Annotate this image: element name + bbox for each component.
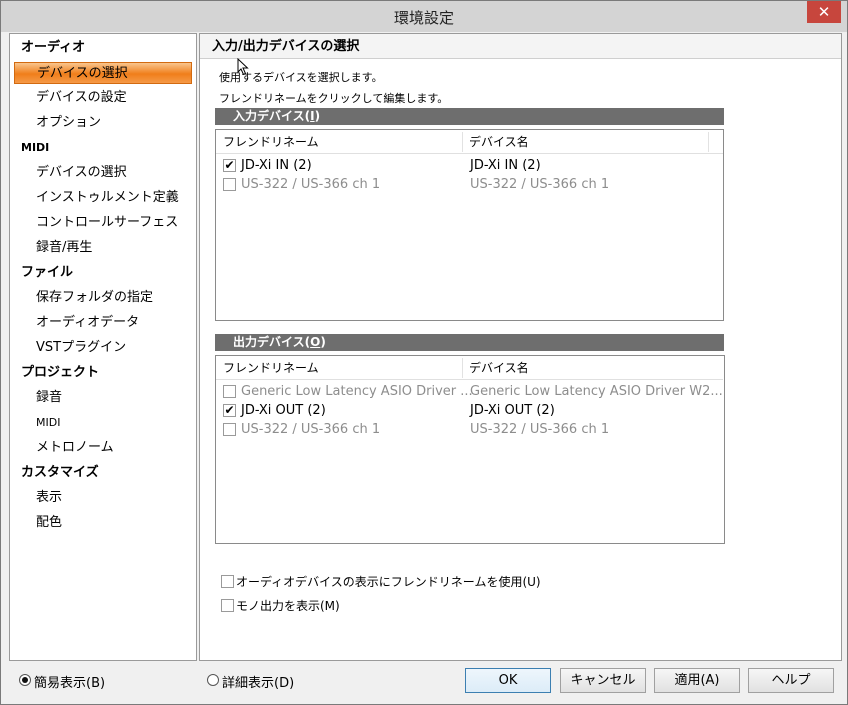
instruction-text-2: フレンドリネームをクリックして編集します。: [219, 92, 449, 105]
tree-item-midi-device-select[interactable]: デバイスの選択: [10, 160, 196, 185]
input-devices-heading: 入力デバイス(I): [215, 108, 724, 125]
tree-category-midi[interactable]: MIDI: [10, 135, 196, 160]
dialog-footer: 簡易表示(B) 詳細表示(D) OK キャンセル 適用(A) ヘルプ: [1, 663, 847, 704]
settings-panel: 入力/出力デバイスの選択 使用するデバイスを選択します。 フレンドリネームをクリ…: [199, 33, 842, 661]
friendly-name-cell[interactable]: JD-Xi OUT (2): [241, 401, 326, 420]
tree-item-audio-data[interactable]: オーディオデータ: [10, 310, 196, 335]
tree-item-display[interactable]: 表示: [10, 485, 196, 510]
tree-item-project-record[interactable]: 録音: [10, 385, 196, 410]
simple-view-radio[interactable]: [19, 674, 31, 686]
input-device-row[interactable]: ✔ JD-Xi IN (2) JD-Xi IN (2): [216, 156, 723, 175]
category-tree: オーディオ デバイスの選択 デバイスの設定 オプション MIDI デバイスの選択…: [9, 33, 197, 661]
tree-category-audio[interactable]: オーディオ: [10, 35, 196, 60]
tree-item-metronome[interactable]: メトロノーム: [10, 435, 196, 460]
close-button[interactable]: ✕: [807, 1, 841, 23]
mouse-cursor-icon: [237, 58, 249, 76]
friendly-name-cell[interactable]: Generic Low Latency ASIO Driver ...: [241, 382, 473, 401]
close-icon: ✕: [817, 3, 831, 21]
apply-button[interactable]: 適用(A): [654, 668, 740, 693]
output-devices-heading: 出力デバイス(O): [215, 334, 724, 351]
output-device-row[interactable]: ✔ JD-Xi OUT (2) JD-Xi OUT (2): [216, 401, 723, 420]
tree-category-customize[interactable]: カスタマイズ: [10, 460, 196, 485]
device-name-cell: US-322 / US-366 ch 1: [470, 177, 610, 192]
column-divider[interactable]: [462, 132, 463, 152]
device-name-cell: Generic Low Latency ASIO Driver W2...: [470, 384, 723, 399]
window-title: 環境設定: [393, 9, 454, 27]
ok-button[interactable]: OK: [465, 668, 551, 693]
tree-item-save-folder[interactable]: 保存フォルダの指定: [10, 285, 196, 310]
friendly-name-cell[interactable]: US-322 / US-366 ch 1: [241, 420, 380, 439]
input-device-row[interactable]: US-322 / US-366 ch 1 US-322 / US-366 ch …: [216, 175, 723, 194]
column-friendly-name[interactable]: フレンドリネーム: [223, 356, 319, 380]
column-device-name[interactable]: デバイス名: [469, 130, 529, 154]
panel-title: 入力/出力デバイスの選択: [200, 34, 841, 59]
device-name-cell: US-322 / US-366 ch 1: [470, 422, 610, 437]
friendly-name-cell[interactable]: JD-Xi IN (2): [241, 156, 312, 175]
use-friendly-name-checkbox[interactable]: [221, 575, 234, 588]
preferences-window: 環境設定 ✕ オーディオ デバイスの選択 デバイスの設定 オプション MIDI …: [0, 0, 848, 705]
detail-view-radio[interactable]: [207, 674, 219, 686]
enable-checkbox[interactable]: [223, 385, 236, 398]
tree-item-vst-plugins[interactable]: VSTプラグイン: [10, 335, 196, 360]
use-friendly-name-label[interactable]: オーディオデバイスの表示にフレンドリネームを使用(U): [236, 573, 541, 590]
tree-item-audio-device-select[interactable]: デバイスの選択: [14, 62, 192, 84]
input-list-header: フレンドリネーム デバイス名: [216, 130, 723, 154]
tree-category-file[interactable]: ファイル: [10, 260, 196, 285]
cancel-button[interactable]: キャンセル: [560, 668, 646, 693]
tree-item-control-surface[interactable]: コントロールサーフェス: [10, 210, 196, 235]
column-device-name[interactable]: デバイス名: [469, 356, 529, 380]
detail-view-label[interactable]: 詳細表示(D): [222, 672, 294, 691]
enable-checkbox[interactable]: [223, 423, 236, 436]
friendly-name-cell[interactable]: US-322 / US-366 ch 1: [241, 175, 380, 194]
simple-view-label[interactable]: 簡易表示(B): [34, 672, 105, 691]
enable-checkbox[interactable]: [223, 178, 236, 191]
tree-item-record-playback[interactable]: 録音/再生: [10, 235, 196, 260]
output-device-list[interactable]: フレンドリネーム デバイス名 Generic Low Latency ASIO …: [215, 355, 725, 544]
output-list-header: フレンドリネーム デバイス名: [216, 356, 723, 380]
show-mono-output-checkbox[interactable]: [221, 599, 234, 612]
help-button[interactable]: ヘルプ: [748, 668, 834, 693]
column-divider[interactable]: [462, 358, 463, 378]
enable-checkbox[interactable]: ✔: [223, 404, 236, 417]
device-name-cell: JD-Xi OUT (2): [470, 403, 555, 418]
input-device-list[interactable]: フレンドリネーム デバイス名 ✔ JD-Xi IN (2) JD-Xi IN (…: [215, 129, 724, 321]
column-divider[interactable]: [708, 132, 709, 152]
output-device-row[interactable]: US-322 / US-366 ch 1 US-322 / US-366 ch …: [216, 420, 723, 439]
title-bar[interactable]: 環境設定 ✕: [1, 1, 847, 32]
tree-item-project-midi[interactable]: MIDI: [10, 410, 196, 435]
device-name-cell: JD-Xi IN (2): [470, 158, 541, 173]
tree-category-project[interactable]: プロジェクト: [10, 360, 196, 385]
tree-item-audio-device-settings[interactable]: デバイスの設定: [10, 85, 196, 110]
column-friendly-name[interactable]: フレンドリネーム: [223, 130, 319, 154]
radio-selected-dot: [22, 677, 28, 683]
show-mono-output-label[interactable]: モノ出力を表示(M): [236, 597, 340, 614]
tree-item-color-scheme[interactable]: 配色: [10, 510, 196, 535]
tree-item-audio-options[interactable]: オプション: [10, 110, 196, 135]
enable-checkbox[interactable]: ✔: [223, 159, 236, 172]
tree-item-instrument-definitions[interactable]: インストゥルメント定義: [10, 185, 196, 210]
output-device-row[interactable]: Generic Low Latency ASIO Driver ... Gene…: [216, 382, 723, 401]
